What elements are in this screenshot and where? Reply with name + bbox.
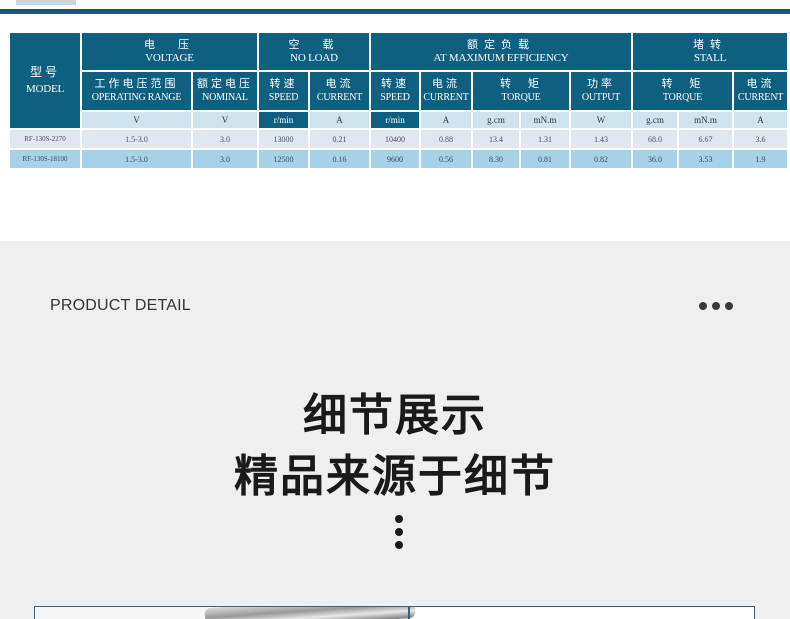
table-cell: 6.67: [679, 130, 732, 148]
table-cell: 0.81: [521, 150, 569, 168]
more-vertical-icon: [395, 515, 404, 549]
product-photo-frame: [34, 606, 755, 619]
unit-cell: g.cm: [473, 112, 519, 128]
unit-cell: A: [421, 112, 471, 128]
table-cell: 12500: [259, 150, 308, 168]
table-cell: 0.56: [421, 150, 471, 168]
motor-spec-table: 型号 MODEL 电 压 VOLTAGE 空 载 NO LOAD 额定负载 AT…: [8, 31, 789, 170]
table-cell: 9600: [371, 150, 419, 168]
detail-subtitle: 精品来源于细节: [234, 451, 556, 502]
section-rule: [0, 9, 790, 14]
table-row: RF-130S-2270 1.5-3.0 3.0 13000 0.21 1040…: [10, 130, 787, 148]
table-cell: 1.5-3.0: [82, 150, 191, 168]
table-cell: 3.0: [193, 150, 257, 168]
unit-cell: r/min: [259, 112, 308, 128]
no-load-group-header: 空 载 NO LOAD: [259, 33, 369, 70]
max-eff-output-header: 功率 OUTPUT: [571, 72, 631, 110]
table-cell: 1.43: [571, 130, 631, 148]
table-cell: 3.0: [193, 130, 257, 148]
stall-torque-header: 转 矩 TORQUE: [633, 72, 732, 110]
stall-group-header: 堵转 STALL: [633, 33, 787, 70]
table-cell: 1.9: [734, 150, 787, 168]
unit-cell: A: [310, 112, 369, 128]
top-strip: [0, 0, 790, 14]
unit-cell: W: [571, 112, 631, 128]
model-cell: RF-130S-2270: [10, 130, 80, 148]
table-cell: 10400: [371, 130, 419, 148]
table-cell: 13.4: [473, 130, 519, 148]
table-cell: 3.53: [679, 150, 732, 168]
table-cell: 68.0: [633, 130, 677, 148]
unit-cell: r/min: [371, 112, 419, 128]
table-cell: 13000: [259, 130, 308, 148]
no-load-current-header: 电流 CURRENT: [310, 72, 369, 110]
photo-divider: [408, 607, 410, 619]
unit-cell: mN.m: [521, 112, 569, 128]
motor-shaft-image: [204, 607, 416, 619]
max-eff-speed-header: 转速 SPEED: [371, 72, 419, 110]
nominal-header: 额定电压 NOMINAL: [193, 72, 257, 110]
table-cell: 0.21: [310, 130, 369, 148]
more-horizontal-icon[interactable]: [699, 302, 733, 312]
model-header: 型号 MODEL: [10, 33, 80, 128]
detail-title: 细节展示: [303, 390, 487, 441]
max-eff-current-header: 电流 CURRENT: [421, 72, 471, 110]
table-cell: 8.30: [473, 150, 519, 168]
cropped-heading-fragment: [16, 0, 76, 5]
unit-cell: V: [82, 112, 191, 128]
product-photo: [35, 607, 416, 619]
voltage-group-header: 电 压 VOLTAGE: [82, 33, 257, 70]
unit-cell: V: [193, 112, 257, 128]
section-label: PRODUCT DETAIL: [50, 297, 191, 314]
table-cell: 0.16: [310, 150, 369, 168]
stall-current-header: 电流 CURRENT: [734, 72, 787, 110]
product-detail-section: PRODUCT DETAIL 细节展示 精品来源于细节: [0, 241, 790, 619]
table-row: RF-130S-18100 1.5-3.0 3.0 12500 0.16 960…: [10, 150, 787, 168]
max-eff-torque-header: 转 矩 TORQUE: [473, 72, 569, 110]
no-load-speed-header: 转速 SPEED: [259, 72, 308, 110]
table-cell: 3.6: [734, 130, 787, 148]
unit-cell: A: [734, 112, 787, 128]
table-cell: 0.82: [571, 150, 631, 168]
unit-cell: mN.m: [679, 112, 732, 128]
table-cell: 1.31: [521, 130, 569, 148]
table-cell: 0.88: [421, 130, 471, 148]
table-cell: 1.5-3.0: [82, 130, 191, 148]
table-cell: 36.0: [633, 150, 677, 168]
max-efficiency-group-header: 额定负载 AT MAXIMUM EFFICIENCY: [371, 33, 631, 70]
operating-range-header: 工作电压范围 OPERATING RANGE: [82, 72, 191, 110]
unit-cell: g.cm: [633, 112, 677, 128]
model-cell: RF-130S-18100: [10, 150, 80, 168]
